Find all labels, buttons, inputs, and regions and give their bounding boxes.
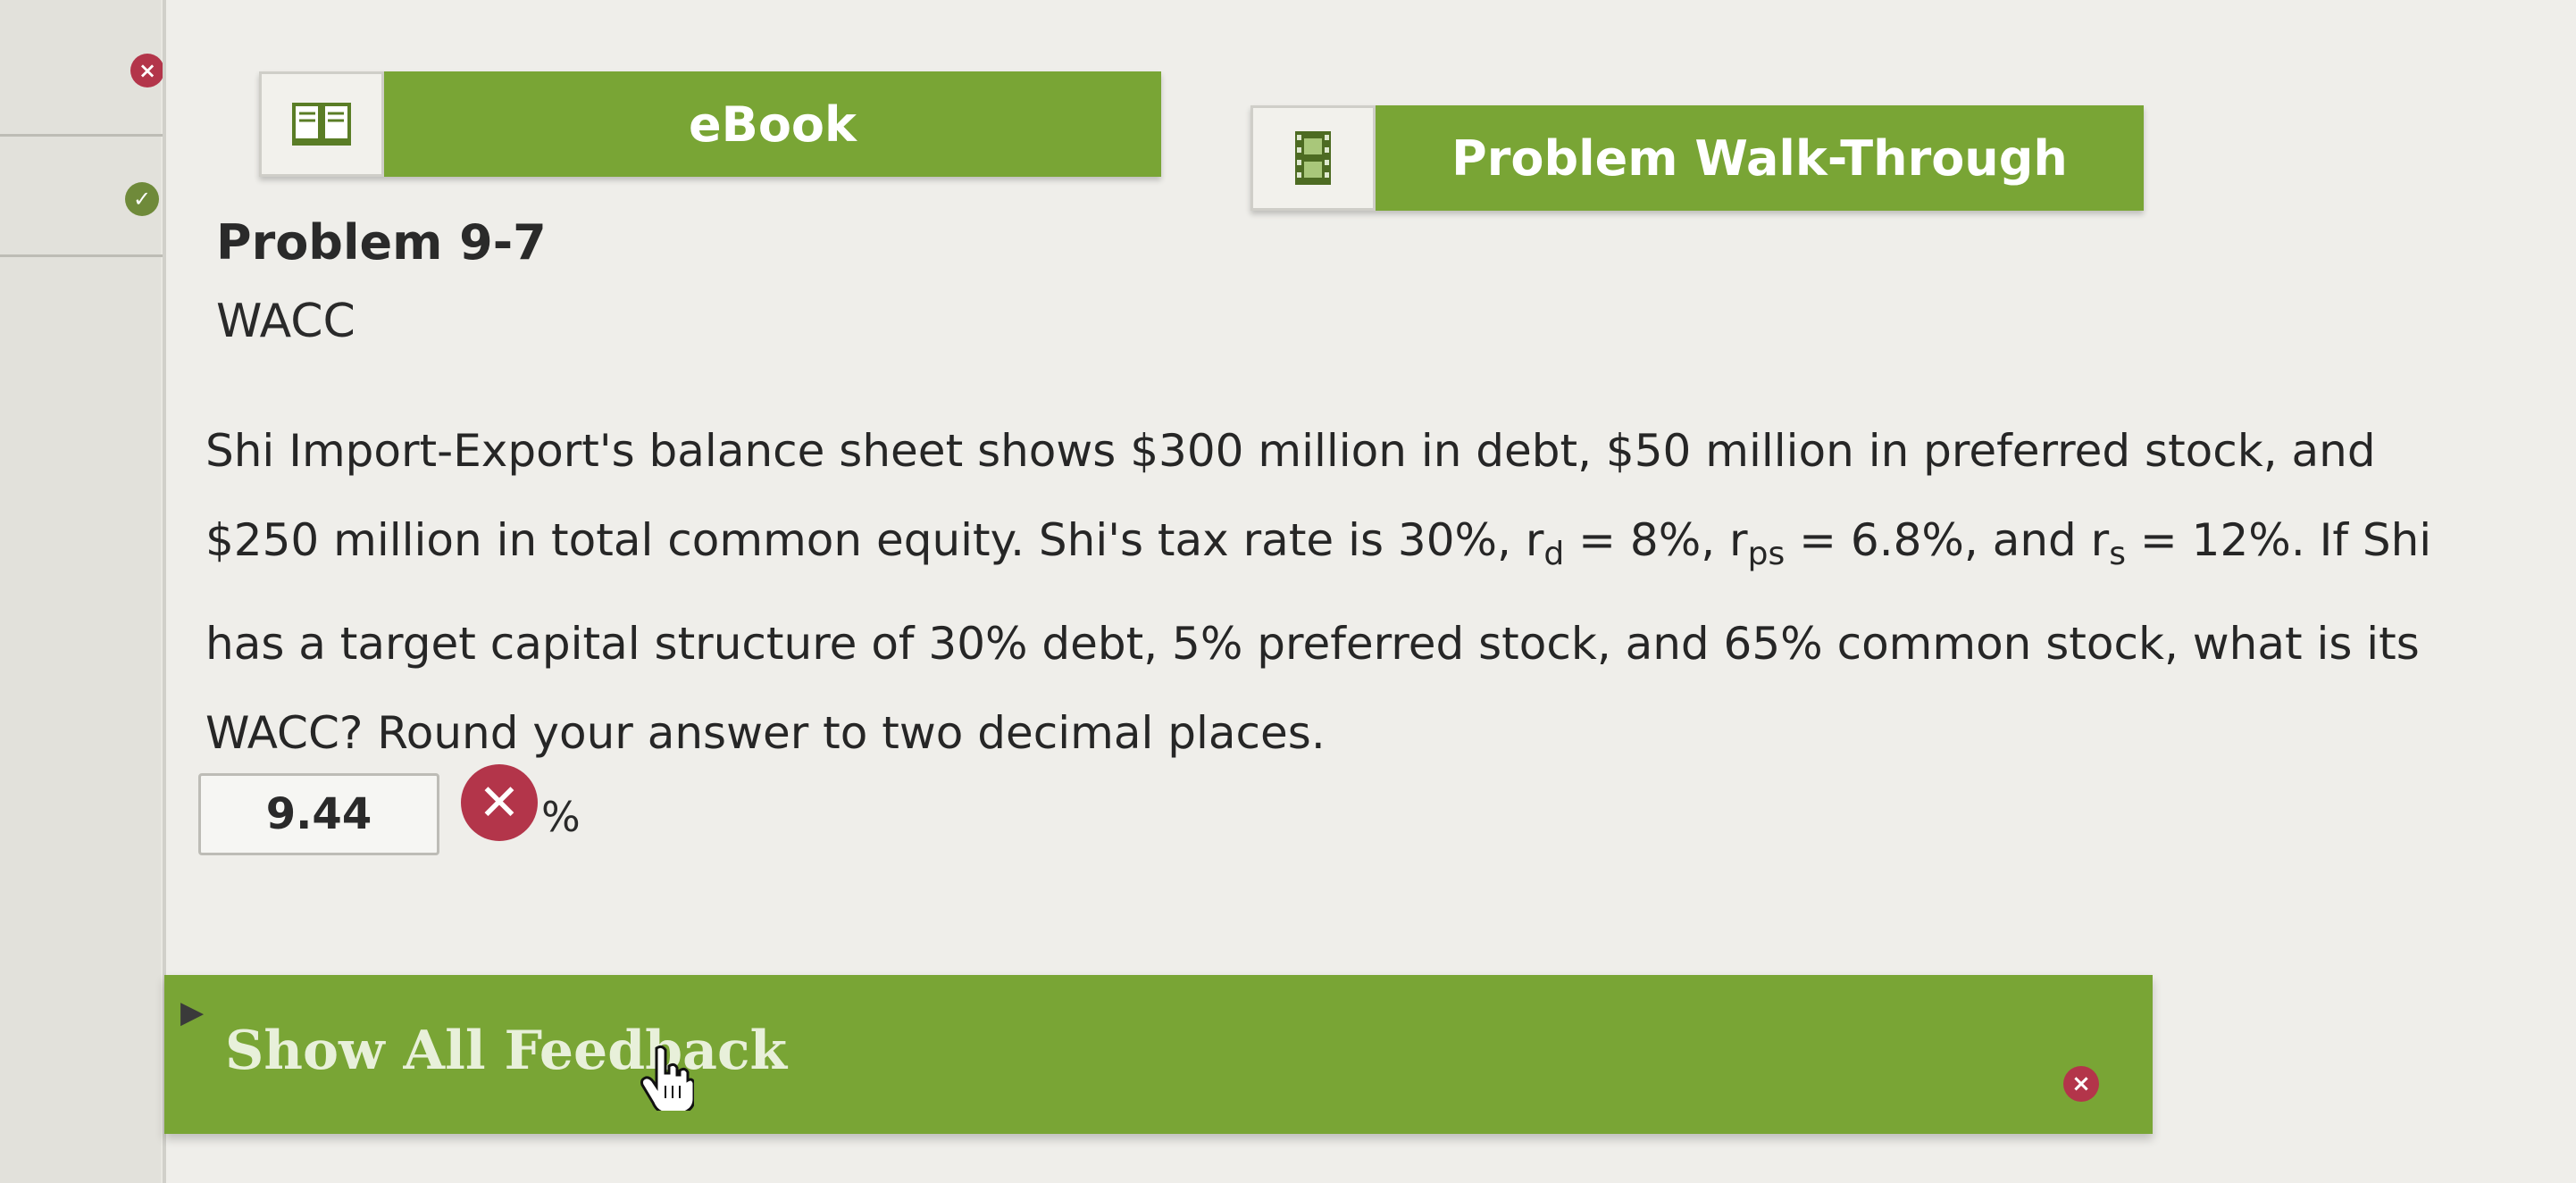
expand-arrow-icon[interactable]: ▶ [180,995,204,1030]
subscript-ps: ps [1747,536,1786,572]
ebook-button[interactable]: eBook [259,71,1161,177]
check-circle-icon[interactable]: ✓ [125,182,159,216]
answer-input[interactable] [198,773,439,855]
walkthrough-label: Problem Walk-Through [1376,105,2144,211]
nav-divider [0,254,179,257]
walkthrough-button[interactable]: Problem Walk-Through [1250,105,2144,211]
left-nav-strip: × ✓ [0,0,179,1183]
incorrect-icon: ✕ [461,764,538,841]
close-circle-icon[interactable]: × [130,54,164,87]
problem-title: Problem 9-7 [216,214,547,271]
close-icon[interactable]: × [2063,1066,2099,1102]
ebook-label: eBook [384,71,1161,177]
subscript-d: d [1543,536,1565,572]
film-icon [1250,105,1376,211]
problem-subtitle: WACC [216,295,355,348]
show-all-feedback-bar[interactable]: ▶ Show All Feedback × [164,975,2153,1134]
problem-text-part: = 8%, r [1564,514,1748,566]
show-all-feedback-label[interactable]: Show All Feedback [225,1020,787,1082]
book-icon [259,71,384,177]
problem-text-part: = 6.8%, and r [1785,514,2110,566]
problem-text: Shi Import-Export's balance sheet shows … [205,406,2492,778]
percent-unit: % [541,793,581,841]
hand-cursor-icon [640,1045,694,1111]
nav-divider [0,134,179,137]
subscript-s: s [2109,536,2126,572]
